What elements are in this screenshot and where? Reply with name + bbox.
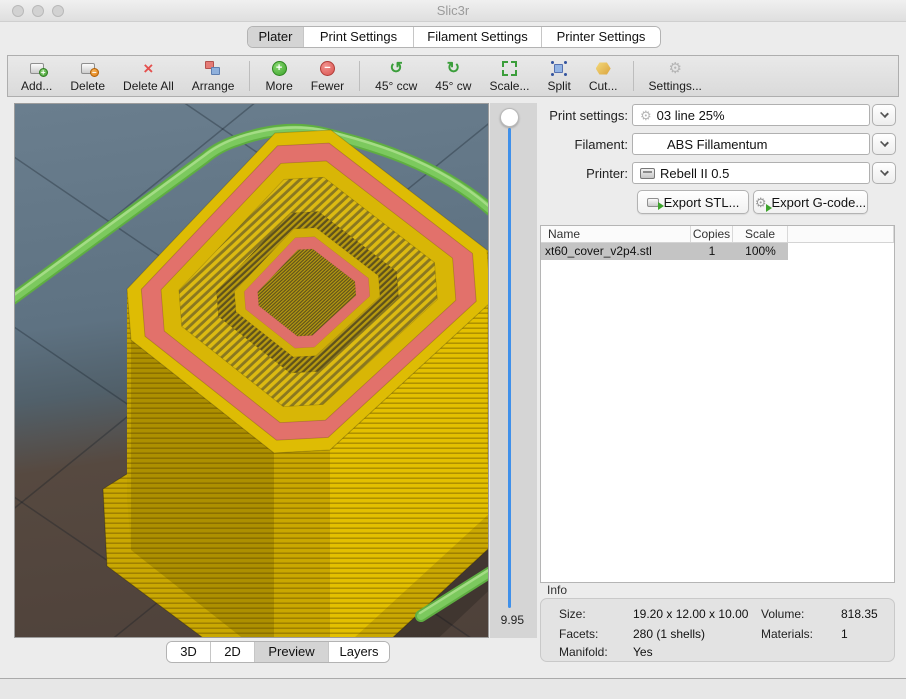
volume-label: Volume: (761, 607, 837, 621)
more-button[interactable]: + More (256, 56, 301, 96)
view-tab-bar: 3D 2D Preview Layers (166, 641, 390, 663)
title-bar: Slic3r (0, 0, 906, 22)
facets-label: Facets: (559, 627, 629, 641)
scale-button[interactable]: Scale... (480, 56, 538, 96)
toolbar-separator (359, 61, 360, 91)
fewer-button[interactable]: − Fewer (302, 56, 353, 96)
object-name-cell: xt60_cover_v2p4.stl (541, 243, 691, 260)
settings-gear-icon: ⚙ (668, 60, 681, 78)
slic3r-window: Slic3r Plater Print Settings Filament Se… (0, 0, 906, 699)
info-section-title: Info (547, 583, 567, 597)
print-settings-label: Print settings: (540, 108, 628, 123)
materials-value: 1 (841, 627, 848, 641)
view-tab-3d[interactable]: 3D (167, 642, 211, 662)
toolbar-separator (249, 61, 250, 91)
filament-dropdown-button[interactable] (872, 133, 896, 155)
settings-button[interactable]: ⚙ Settings... (640, 56, 711, 96)
column-header-copies[interactable]: Copies (691, 226, 733, 242)
view-tab-preview[interactable]: Preview (255, 642, 329, 662)
print-settings-combo[interactable]: ⚙ 03 line 25% (632, 104, 870, 126)
view-tab-2d[interactable]: 2D (211, 642, 255, 662)
layer-slider-track[interactable] (508, 128, 511, 608)
export-gcode-icon: ⚙ (755, 196, 767, 209)
table-row[interactable]: xt60_cover_v2p4.stl 1 100% (541, 243, 894, 260)
tab-plater[interactable]: Plater (248, 27, 304, 47)
plater-3d-preview[interactable] (14, 103, 489, 638)
tab-filament-settings[interactable]: Filament Settings (414, 27, 542, 47)
filament-combo[interactable]: ABS Fillamentum (632, 133, 870, 155)
size-value: 19.20 x 12.00 x 10.00 (633, 607, 748, 621)
layer-slider-value: 9.95 (482, 613, 524, 627)
toolbar-separator (633, 61, 634, 91)
print-settings-dropdown-button[interactable] (872, 104, 896, 126)
main-tab-bar: Plater Print Settings Filament Settings … (247, 26, 661, 48)
plater-toolbar: + Add... − Delete × Delete All Arrange +… (7, 55, 899, 97)
printer-combo[interactable]: Rebell II 0.5 (632, 162, 870, 184)
volume-value: 818.35 (841, 607, 878, 621)
cut-icon (596, 60, 611, 78)
view-tab-layers[interactable]: Layers (329, 642, 389, 662)
printer-icon (640, 168, 655, 179)
filament-label: Filament: (540, 137, 628, 152)
object-list-header: Name Copies Scale (541, 226, 894, 243)
delete-all-icon: × (143, 60, 153, 78)
rotate-cw-button[interactable]: ↻ 45° cw (426, 56, 480, 96)
export-stl-icon (647, 198, 659, 207)
print-settings-value: 03 line 25% (657, 108, 725, 123)
chevron-down-icon (880, 138, 889, 147)
status-bar (0, 679, 906, 699)
split-icon (551, 60, 567, 78)
scale-icon (502, 60, 517, 78)
chevron-down-icon (880, 167, 889, 176)
export-stl-button[interactable]: Export STL... (637, 190, 749, 214)
materials-label: Materials: (761, 627, 837, 641)
layer-slider-knob[interactable] (500, 108, 519, 127)
manifold-value: Yes (633, 645, 653, 659)
split-button[interactable]: Split (538, 56, 579, 96)
object-copies-cell: 1 (691, 243, 733, 260)
layer-slider-panel: 9.95 (490, 103, 537, 638)
add-box-icon: + (30, 60, 44, 78)
rotate-cw-icon: ↻ (447, 60, 460, 78)
add-button[interactable]: + Add... (12, 56, 61, 96)
printer-value: Rebell II 0.5 (660, 166, 729, 181)
object-list[interactable]: Name Copies Scale xt60_cover_v2p4.stl 1 … (540, 225, 895, 583)
manifold-label: Manifold: (559, 645, 629, 659)
object-scale-cell: 100% (733, 243, 788, 260)
column-header-scale[interactable]: Scale (733, 226, 788, 242)
more-plus-icon: + (272, 60, 287, 78)
gcode-preview-scene (15, 104, 489, 638)
column-header-name[interactable]: Name (541, 226, 691, 242)
info-box: Size: 19.20 x 12.00 x 10.00 Volume: 818.… (540, 598, 895, 662)
printed-object (103, 130, 489, 638)
delete-button[interactable]: − Delete (61, 56, 114, 96)
rotate-ccw-icon: ↺ (390, 60, 403, 78)
arrange-cubes-icon (204, 60, 222, 78)
column-header-empty (788, 226, 894, 242)
printer-dropdown-button[interactable] (872, 162, 896, 184)
rotate-ccw-button[interactable]: ↺ 45° ccw (366, 56, 426, 96)
filament-value: ABS Fillamentum (667, 137, 767, 152)
export-gcode-button[interactable]: ⚙ Export G-code... (753, 190, 868, 214)
arrange-button[interactable]: Arrange (183, 56, 244, 96)
delete-box-icon: − (81, 60, 95, 78)
fewer-minus-icon: − (320, 60, 335, 78)
delete-all-button[interactable]: × Delete All (114, 56, 183, 96)
cut-button[interactable]: Cut... (580, 56, 627, 96)
window-title: Slic3r (0, 3, 906, 18)
printer-label: Printer: (540, 166, 628, 181)
facets-value: 280 (1 shells) (633, 627, 705, 641)
tab-print-settings[interactable]: Print Settings (304, 27, 414, 47)
gear-icon: ⚙ (640, 108, 652, 123)
size-label: Size: (559, 607, 629, 621)
chevron-down-icon (880, 109, 889, 118)
tab-printer-settings[interactable]: Printer Settings (542, 27, 660, 47)
